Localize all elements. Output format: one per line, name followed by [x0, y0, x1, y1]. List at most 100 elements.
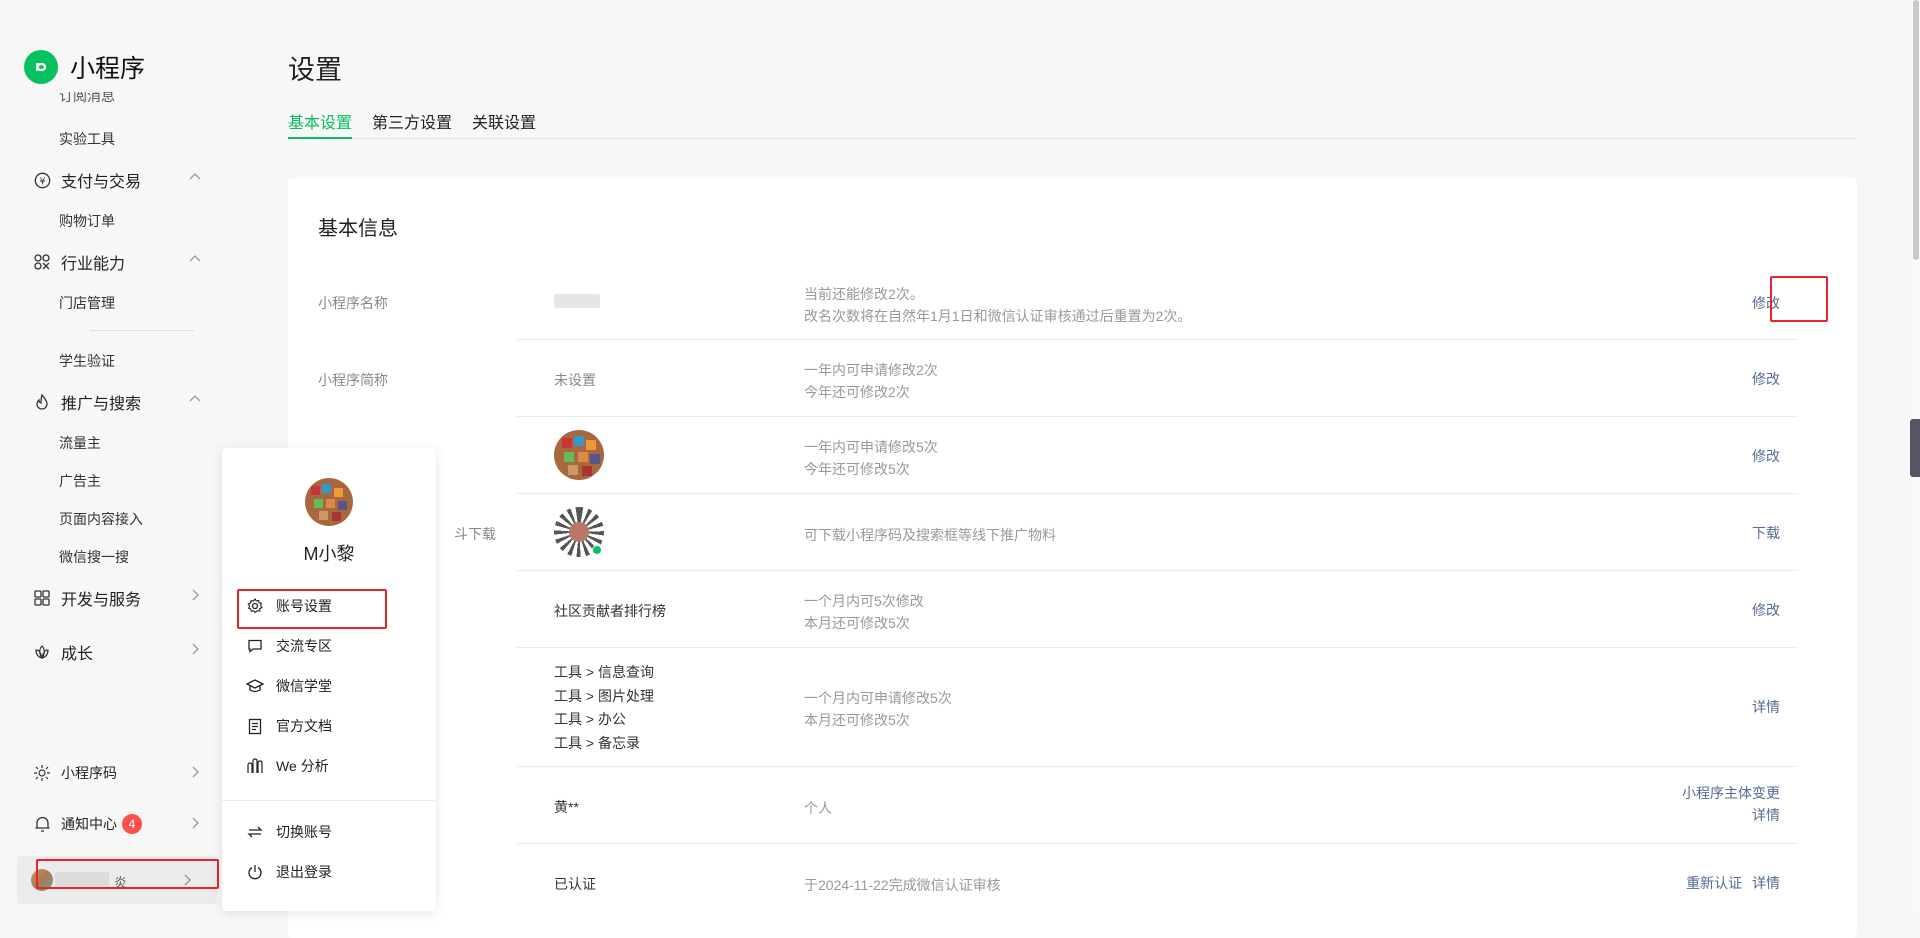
- verification-actions: 重新认证 详情: [1686, 872, 1780, 894]
- row-desc: 一年内可申请修改2次 今年还可修改2次: [804, 359, 938, 403]
- popover-avatar: [305, 478, 353, 526]
- menu-wechat-academy[interactable]: 微信学堂: [246, 676, 332, 696]
- row-short-name: 小程序简称 未设置 一年内可申请修改2次 今年还可修改2次 修改: [288, 340, 1828, 417]
- notify-count-badge: 4: [122, 814, 142, 834]
- lotus-icon: [32, 642, 52, 662]
- sidebar-group-label: 推广与搜索: [61, 396, 142, 413]
- tab-third-party-settings[interactable]: 第三方设置: [372, 109, 452, 139]
- floating-edge-widget[interactable]: [1910, 419, 1920, 477]
- row-desc: 当前还能修改2次。 改名次数将在自然年1月1日和微信认证审核通过后重置为2次。: [804, 283, 1191, 327]
- menu-label: We 分析: [276, 758, 329, 774]
- sidebar-item-traffic[interactable]: 流量主: [59, 433, 101, 453]
- row-value: 已认证: [554, 876, 596, 892]
- sidebar-group-label: 支付与交易: [61, 174, 142, 191]
- chevron-right-icon: [188, 588, 202, 607]
- row-label: 小程序名称: [318, 295, 388, 311]
- sidebar-item-store[interactable]: 门店管理: [59, 293, 115, 313]
- qrcode-image: [554, 507, 604, 557]
- reverify-link[interactable]: 重新认证: [1686, 875, 1742, 891]
- row-value: 黄**: [554, 799, 579, 815]
- sidebar-item-page-content[interactable]: 页面内容接入: [59, 509, 143, 529]
- svg-text:¥: ¥: [39, 176, 45, 187]
- sidebar-item-advertiser[interactable]: 广告主: [59, 471, 101, 491]
- sidebar-group-payment[interactable]: ¥ 支付与交易: [32, 168, 202, 192]
- verify-detail-link[interactable]: 详情: [1752, 875, 1780, 891]
- grid-icon: [32, 588, 52, 608]
- row-intro: 社区贡献者排行榜 一个月内可5次修改 本月还可修改5次 修改: [288, 571, 1828, 648]
- industry-icon: [32, 252, 52, 272]
- settings-tabs: 基本设置 第三方设置 关联设置: [288, 109, 1857, 139]
- row-category: 工具 > 信息查询 工具 > 图片处理 工具 > 办公 工具 > 备忘录 一个月…: [288, 648, 1828, 767]
- chevron-right-icon: [188, 765, 202, 782]
- scrollbar-thumb[interactable]: [1913, 0, 1919, 260]
- basic-info-card: 基本信息 小程序名称 当前还能修改2次。 改名次数将在自然年1月1日和微信认证审…: [288, 178, 1857, 938]
- row-label-partial: 斗下载: [454, 526, 496, 542]
- row-desc: 一个月内可5次修改 本月还可修改5次: [804, 590, 924, 634]
- chat-bubble-icon: [246, 637, 264, 655]
- switch-arrows-icon: [246, 823, 264, 841]
- page-title: 设置: [288, 55, 342, 85]
- menu-label: 官方文档: [276, 718, 332, 734]
- menu-official-docs[interactable]: 官方文档: [246, 716, 332, 736]
- popover-username: M小黎: [303, 544, 355, 564]
- chevron-right-icon: [188, 816, 202, 833]
- yuan-circle-icon: ¥: [32, 170, 52, 190]
- row-desc: 可下载小程序码及搜索框等线下推广物料: [804, 527, 1056, 543]
- category-detail-link[interactable]: 详情: [1752, 696, 1780, 718]
- row-name: 小程序名称 当前还能修改2次。 改名次数将在自然年1月1日和微信认证审核通过后重…: [288, 264, 1828, 340]
- sidebar-group-label: 成长: [61, 646, 94, 663]
- highlight-box-edit: [1770, 276, 1828, 322]
- chevron-right-icon: [188, 642, 202, 661]
- sidebar-notify[interactable]: 通知中心 4: [32, 814, 202, 834]
- row-value: 社区贡献者排行榜: [554, 603, 666, 619]
- sun-qrcode-icon: [32, 763, 52, 783]
- download-link[interactable]: 下载: [1752, 522, 1780, 544]
- menu-label: 交流专区: [276, 638, 332, 654]
- tab-basic-settings[interactable]: 基本设置: [288, 109, 353, 139]
- flame-icon: [32, 392, 52, 412]
- menu-switch-account[interactable]: 切换账号: [246, 822, 332, 842]
- entity-detail-link[interactable]: 详情: [1682, 804, 1780, 826]
- desc-line-1: 一年内可申请修改2次: [804, 362, 938, 378]
- desc-line-1: 一个月内可申请修改5次: [804, 690, 952, 706]
- menu-community[interactable]: 交流专区: [246, 636, 332, 656]
- sidebar-group-growth[interactable]: 成长: [32, 640, 202, 664]
- sidebar-item-student-verify[interactable]: 学生验证: [59, 351, 115, 371]
- sidebar-divider: [90, 330, 194, 331]
- desc-line-2: 今年还可修改5次: [804, 461, 910, 477]
- edit-avatar-link[interactable]: 修改: [1752, 445, 1780, 467]
- sidebar-item-lab-tools[interactable]: 实验工具: [59, 129, 115, 149]
- tab-related-settings[interactable]: 关联设置: [472, 109, 536, 139]
- app-logo[interactable]: 小程序: [24, 49, 145, 85]
- edit-intro-link[interactable]: 修改: [1752, 599, 1780, 621]
- category-list: 工具 > 信息查询 工具 > 图片处理 工具 > 办公 工具 > 备忘录: [554, 661, 654, 755]
- popover-divider: [222, 800, 436, 801]
- desc-line-1: 当前还能修改2次。: [804, 286, 924, 302]
- bell-icon: [32, 814, 52, 834]
- sidebar-qrcode[interactable]: 小程序码: [32, 763, 202, 783]
- sidebar-group-dev[interactable]: 开发与服务: [32, 586, 202, 610]
- sidebar-item-wechat-search[interactable]: 微信搜一搜: [59, 547, 129, 567]
- menu-logout[interactable]: 退出登录: [246, 862, 332, 882]
- category-item: 工具 > 办公: [554, 711, 626, 727]
- masked-name-value: [554, 294, 600, 308]
- category-item: 工具 > 图片处理: [554, 687, 654, 704]
- analytics-icon: [246, 757, 264, 775]
- row-entity: 黄** 个人 小程序主体变更 详情: [288, 767, 1828, 844]
- highlight-box-user: [36, 859, 219, 889]
- edit-short-name-link[interactable]: 修改: [1752, 368, 1780, 390]
- menu-we-analytics[interactable]: We 分析: [246, 756, 329, 776]
- sidebar-group-label: 开发与服务: [61, 592, 142, 609]
- row-value: 未设置: [554, 372, 596, 388]
- entity-actions: 小程序主体变更 详情: [1682, 782, 1780, 826]
- sidebar-item-subscribe-msg[interactable]: 订阅消息: [59, 92, 115, 104]
- chevron-up-icon: [188, 170, 202, 189]
- desc-line-2: 本月还可修改5次: [804, 712, 910, 728]
- sidebar-group-promotion[interactable]: 推广与搜索: [32, 390, 202, 414]
- document-icon: [246, 717, 264, 735]
- chevron-up-icon: [188, 252, 202, 271]
- sidebar-group-industry[interactable]: 行业能力: [32, 250, 202, 274]
- sidebar-item-orders[interactable]: 购物订单: [59, 211, 115, 231]
- row-verification: 已认证 于2024-11-22完成微信认证审核 重新认证 详情: [288, 844, 1828, 921]
- entity-change-link[interactable]: 小程序主体变更: [1682, 782, 1780, 804]
